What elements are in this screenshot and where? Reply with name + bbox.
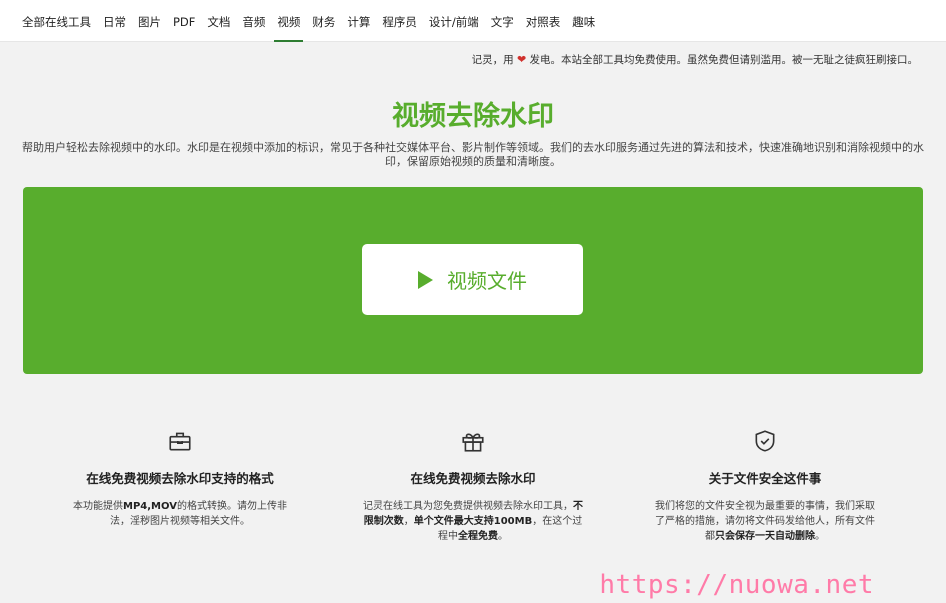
- nav-item-pdf[interactable]: PDF: [173, 0, 195, 42]
- nav-item-fun[interactable]: 趣味: [572, 0, 595, 42]
- feature-text-segment: 。: [815, 531, 825, 542]
- site-notice: 记灵，用 ❤ 发电。本站全部工具均免费使用。虽然免费但请别滥用。被一无耻之徒疯狂…: [472, 52, 918, 67]
- upload-button-label: 视频文件: [447, 269, 527, 293]
- upload-panel[interactable]: 视频文件: [23, 187, 923, 374]
- page-description: 帮助用户轻松去除视频中的水印。水印是在视频中添加的标识，常见于各种社交媒体平台、…: [22, 141, 924, 168]
- feature-formats-text: 本功能提供MP4,MOV的格式转换。请勿上传非法，淫秽图片视频等相关文件。: [70, 499, 290, 529]
- site-watermark: https://nuowa.net: [599, 570, 874, 600]
- nav-item-calculate[interactable]: 计算: [347, 0, 370, 42]
- nav-item-image[interactable]: 图片: [138, 0, 161, 42]
- feature-text-segment: 。: [498, 531, 508, 542]
- feature-text-segment: ，: [403, 516, 414, 527]
- feature-text-segment: 全程免费: [458, 531, 498, 542]
- shield-check-icon: [755, 430, 775, 452]
- nav-item-audio[interactable]: 音频: [242, 0, 265, 42]
- notice-prefix: 记灵，用: [471, 54, 514, 66]
- nav-item-programmer[interactable]: 程序员: [382, 0, 417, 42]
- feature-security-title: 关于文件安全这件事: [708, 471, 822, 486]
- notice-suffix: 发电。本站全部工具均免费使用。虽然免费但请别滥用。被一无耻之徒疯狂刷接口。: [529, 54, 919, 66]
- nav-item-video[interactable]: 视频: [274, 0, 304, 42]
- feature-free: 在线免费视频去除水印 记灵在线工具为您免费提供视频去除水印工具，不限制次数，单个…: [323, 428, 623, 544]
- nav-list: 全部在线工具 日常 图片 PDF 文档 音频 视频 财务 计算 程序员 设计/前…: [22, 0, 607, 42]
- play-icon: [418, 270, 433, 289]
- page-title: 视频去除水印: [392, 101, 554, 132]
- feature-security-text: 我们将您的文件安全视为最重要的事情，我们采取了严格的措施，请勿将文件码发给他人，…: [655, 499, 875, 544]
- feature-text-segment: 单个文件最大支持100MB: [413, 516, 533, 527]
- feature-free-text: 记灵在线工具为您免费提供视频去除水印工具，不限制次数，单个文件最大支持100MB…: [363, 499, 583, 544]
- feature-formats: 在线免费视频去除水印支持的格式 本功能提供MP4,MOV的格式转换。请勿上传非法…: [30, 428, 330, 529]
- feature-text-segment: 记灵在线工具为您免费提供视频去除水印工具，: [363, 501, 573, 512]
- heart-icon: ❤: [516, 53, 527, 66]
- nav-item-daily[interactable]: 日常: [103, 0, 126, 42]
- feature-security: 关于文件安全这件事 我们将您的文件安全视为最重要的事情，我们采取了严格的措施，请…: [615, 428, 915, 544]
- nav-item-design[interactable]: 设计/前端: [429, 0, 479, 42]
- top-nav: 全部在线工具 日常 图片 PDF 文档 音频 视频 财务 计算 程序员 设计/前…: [0, 0, 946, 42]
- nav-item-reference[interactable]: 对照表: [526, 0, 561, 42]
- gift-icon: [462, 433, 484, 452]
- feature-formats-title: 在线免费视频去除水印支持的格式: [86, 471, 274, 486]
- feature-text-segment: 只会保存一天自动删除: [715, 531, 815, 542]
- feature-text-segment: MP4,MOV: [123, 501, 177, 512]
- nav-item-finance[interactable]: 财务: [312, 0, 335, 42]
- toolbox-icon: [169, 432, 191, 451]
- feature-text-segment: 本功能提供: [73, 501, 124, 512]
- nav-item-all-tools[interactable]: 全部在线工具: [22, 0, 91, 42]
- feature-free-title: 在线免费视频去除水印: [410, 471, 536, 486]
- nav-item-text[interactable]: 文字: [491, 0, 514, 42]
- nav-item-document[interactable]: 文档: [207, 0, 230, 42]
- upload-video-button[interactable]: 视频文件: [362, 244, 583, 315]
- features-section: 在线免费视频去除水印支持的格式 本功能提供MP4,MOV的格式转换。请勿上传非法…: [0, 428, 946, 568]
